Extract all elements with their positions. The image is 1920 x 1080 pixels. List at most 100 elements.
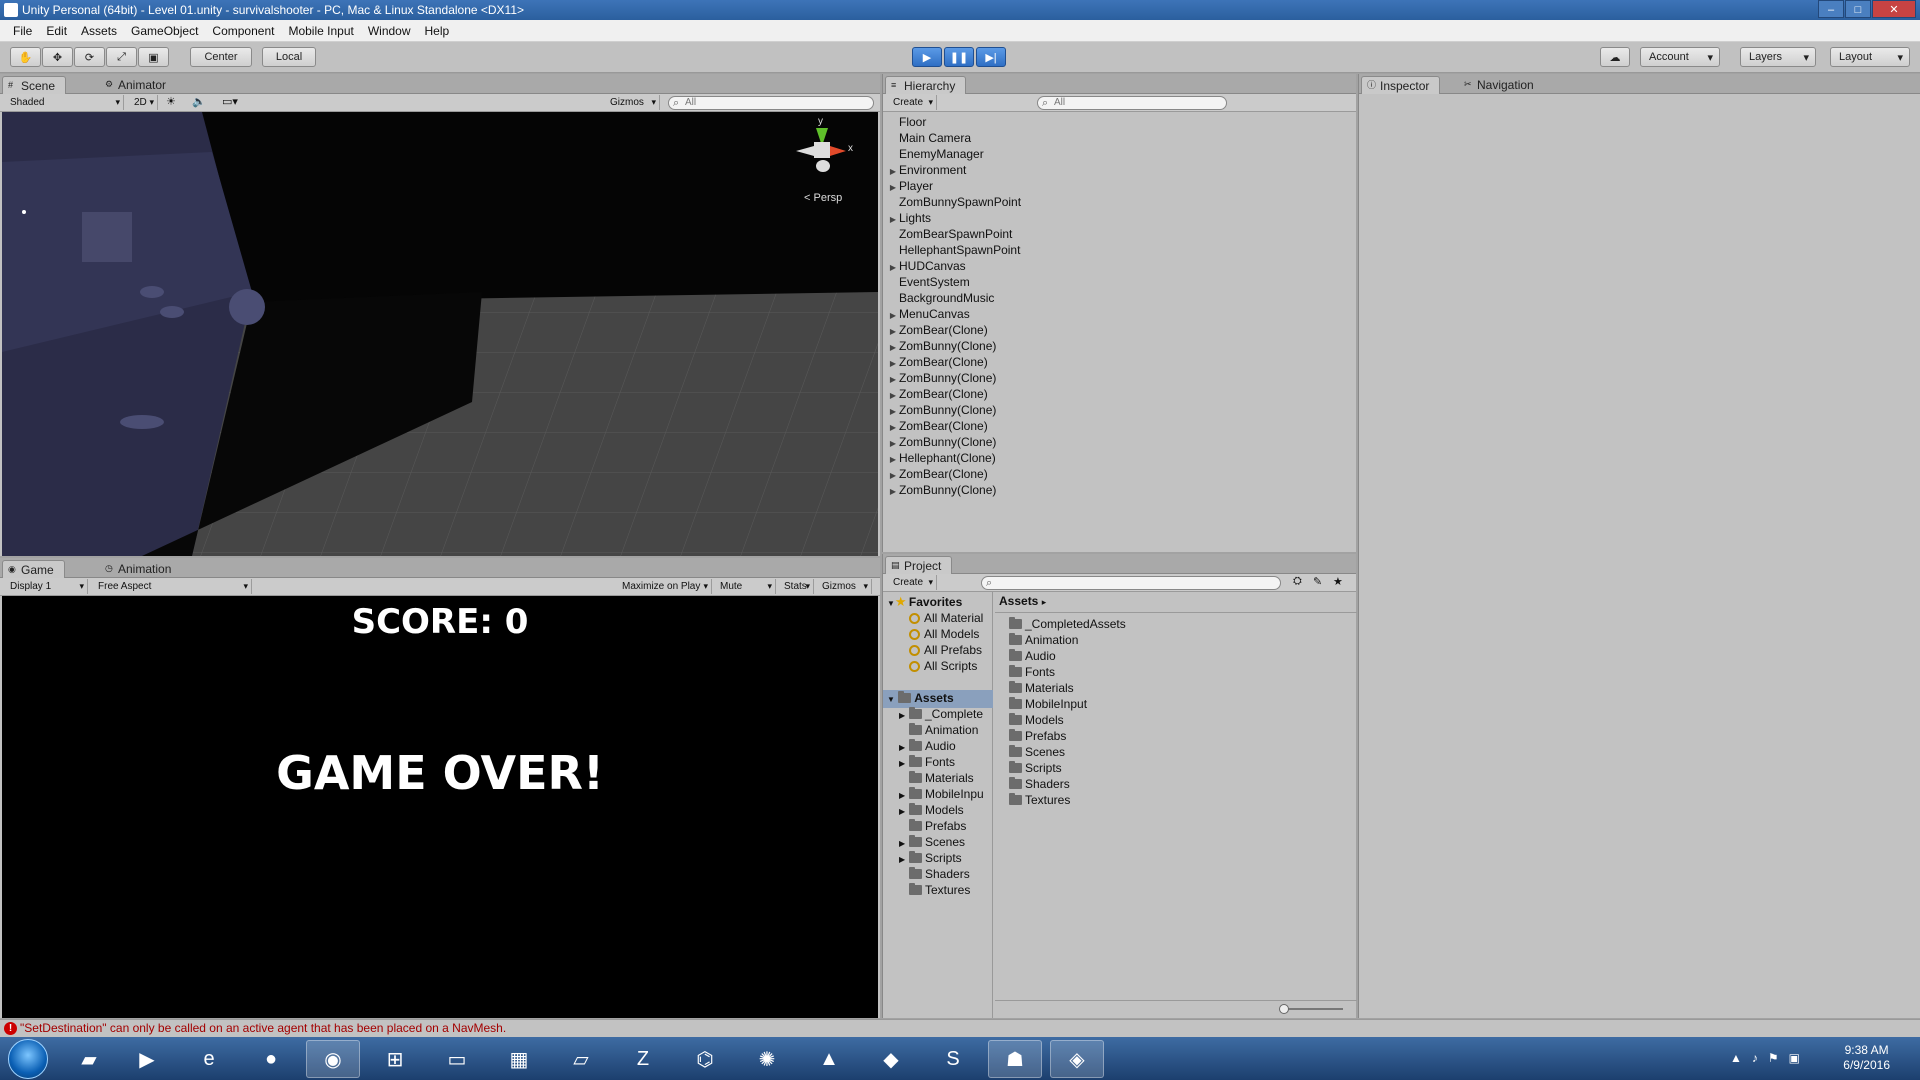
asset-item[interactable]: _CompletedAssets <box>1009 616 1126 632</box>
explorer-icon[interactable]: ▰ <box>62 1040 116 1078</box>
minimize-button[interactable]: – <box>1818 0 1844 18</box>
hierarchy-item[interactable]: EventSystem <box>887 274 970 290</box>
hierarchy-item[interactable]: HellephantSpawnPoint <box>887 242 1020 258</box>
favorite-item[interactable]: All Material <box>909 610 983 626</box>
favorite-item[interactable]: All Models <box>909 626 979 642</box>
zoom-slider-handle[interactable] <box>1279 1004 1289 1014</box>
hierarchy-item[interactable]: ▶ ZomBunny(Clone) <box>887 482 996 500</box>
audio-icon[interactable]: 🔈 <box>192 95 206 108</box>
asset-item[interactable]: Scripts <box>1009 760 1062 776</box>
firefox-icon[interactable]: ● <box>244 1040 298 1078</box>
rotate-tool-button[interactable]: ⟳ <box>74 47 105 67</box>
cloud-button[interactable]: ☁ <box>1600 47 1630 67</box>
favorite-item[interactable]: All Prefabs <box>909 642 982 658</box>
chrome-icon[interactable]: ◉ <box>306 1040 360 1078</box>
hierarchy-item[interactable]: ZomBunnySpawnPoint <box>887 194 1021 210</box>
scene-gizmo-axes[interactable]: y x <box>794 112 854 182</box>
game-gizmos-dropdown[interactable]: Gizmos <box>816 579 872 594</box>
shading-dropdown[interactable]: Shaded <box>4 95 124 110</box>
persp-label[interactable]: < Persp <box>804 192 842 204</box>
hand-tool-button[interactable]: ✋ <box>10 47 41 67</box>
aspect-dropdown[interactable]: Free Aspect <box>92 579 252 594</box>
asset-item[interactable]: Models <box>1009 712 1064 728</box>
unity-icon[interactable]: ◈ <box>1050 1040 1104 1078</box>
expand-arrow-icon[interactable]: ▶ <box>887 484 899 500</box>
menu-assets[interactable]: Assets <box>74 20 124 42</box>
inkscape-icon[interactable]: ▲ <box>802 1040 856 1078</box>
tab-game[interactable]: ◉ Game <box>2 560 65 578</box>
assets-tree-item[interactable]: Materials <box>899 770 974 786</box>
tab-project[interactable]: ▤ Project <box>885 556 953 574</box>
asset-item[interactable]: Animation <box>1009 632 1078 648</box>
project-breadcrumb[interactable]: Assets ▸ <box>999 594 1046 608</box>
project-search-input[interactable] <box>981 576 1281 590</box>
project-create-dropdown[interactable]: Create <box>887 575 937 590</box>
hierarchy-item[interactable]: Main Camera <box>887 130 971 146</box>
favorite-item[interactable]: All Scripts <box>909 658 977 674</box>
menu-mobile-input[interactable]: Mobile Input <box>281 20 360 42</box>
maximize-button[interactable]: □ <box>1845 0 1871 18</box>
python-icon[interactable]: ⌬ <box>678 1040 732 1078</box>
move-tool-button[interactable]: ✥ <box>42 47 73 67</box>
maximize-on-play-toggle[interactable]: Maximize on Play <box>616 579 712 594</box>
favorite-star-icon[interactable]: ★ <box>1333 575 1343 588</box>
asset-item[interactable]: MobileInput <box>1009 696 1087 712</box>
notepad-icon[interactable]: ▱ <box>554 1040 608 1078</box>
zoom-slider[interactable] <box>1283 1008 1343 1010</box>
clock[interactable]: 9:38 AM 6/9/2016 <box>1843 1043 1890 1073</box>
internet-explorer-icon[interactable]: e <box>182 1040 236 1078</box>
scene-search-input[interactable]: All <box>668 96 874 110</box>
assets-tree-item[interactable]: Animation <box>899 722 978 738</box>
play-button[interactable]: ▶ <box>912 47 942 67</box>
menu-help[interactable]: Help <box>418 20 457 42</box>
assets-tree-item[interactable]: Textures <box>899 882 970 898</box>
hierarchy-item[interactable]: EnemyManager <box>887 146 984 162</box>
tab-scene[interactable]: # Scene <box>2 76 67 94</box>
android-icon[interactable]: ☗ <box>988 1040 1042 1078</box>
filter-label-icon[interactable]: ✎ <box>1313 575 1322 588</box>
hierarchy-item[interactable]: BackgroundMusic <box>887 290 994 306</box>
filezilla-icon[interactable]: Z <box>616 1040 670 1078</box>
hierarchy-search-input[interactable]: All <box>1037 96 1227 110</box>
scene-gizmos-dropdown[interactable]: Gizmos <box>604 95 660 110</box>
assets-tree-item[interactable]: Prefabs <box>899 818 966 834</box>
menu-file[interactable]: File <box>6 20 39 42</box>
tab-navigation[interactable]: ✂ Navigation <box>1459 76 1544 94</box>
menu-edit[interactable]: Edit <box>39 20 74 42</box>
media-player-icon[interactable]: ▶ <box>120 1040 174 1078</box>
pivot-local-button[interactable]: Local <box>262 47 316 67</box>
monitor-icon[interactable]: ▦ <box>492 1040 546 1078</box>
effects-icon[interactable]: ▭▾ <box>222 95 238 108</box>
sublime-icon[interactable]: S <box>926 1040 980 1078</box>
menu-window[interactable]: Window <box>361 20 418 42</box>
tab-inspector[interactable]: ⓘ Inspector <box>1361 76 1441 94</box>
blender-icon[interactable]: ✺ <box>740 1040 794 1078</box>
2d-toggle[interactable]: 2D <box>128 95 158 110</box>
pause-button[interactable]: ❚❚ <box>944 47 974 67</box>
rect-tool-button[interactable]: ▣ <box>138 47 169 67</box>
asset-item[interactable]: Audio <box>1009 648 1056 664</box>
hierarchy-create-dropdown[interactable]: Create <box>887 95 937 110</box>
close-button[interactable]: ✕ <box>1872 0 1916 18</box>
tab-animation[interactable]: ◷ Animation <box>100 560 181 578</box>
system-tray[interactable]: ▲♪⚑▣ <box>1730 1051 1810 1065</box>
terminal-icon[interactable]: ▭ <box>430 1040 484 1078</box>
mute-audio-toggle[interactable]: Mute audio <box>714 579 776 607</box>
apps-grid-icon[interactable]: ⊞ <box>368 1040 422 1078</box>
lighting-icon[interactable]: ☀ <box>166 95 176 108</box>
step-button[interactable]: ▶| <box>976 47 1006 67</box>
game-viewport[interactable]: SCORE: 0 GAME OVER! <box>2 596 878 1018</box>
display-dropdown[interactable]: Display 1 <box>4 579 88 594</box>
tab-animator[interactable]: ⚙ Animator <box>100 76 176 94</box>
asset-item[interactable]: Textures <box>1009 792 1070 808</box>
asset-item[interactable]: Shaders <box>1009 776 1070 792</box>
scene-viewport[interactable]: y x < Persp <box>2 112 878 556</box>
account-dropdown[interactable]: Account ▾ <box>1640 47 1720 67</box>
hierarchy-item[interactable]: Floor <box>887 114 926 130</box>
tab-hierarchy[interactable]: ≡ Hierarchy <box>885 76 967 94</box>
start-button[interactable] <box>8 1039 48 1079</box>
assets-tree-item[interactable]: Shaders <box>899 866 970 882</box>
console-status-bar[interactable]: ! "SetDestination" can only be called on… <box>0 1019 1920 1037</box>
filter-type-icon[interactable]: ⛭ <box>1293 575 1302 588</box>
asset-item[interactable]: Fonts <box>1009 664 1055 680</box>
